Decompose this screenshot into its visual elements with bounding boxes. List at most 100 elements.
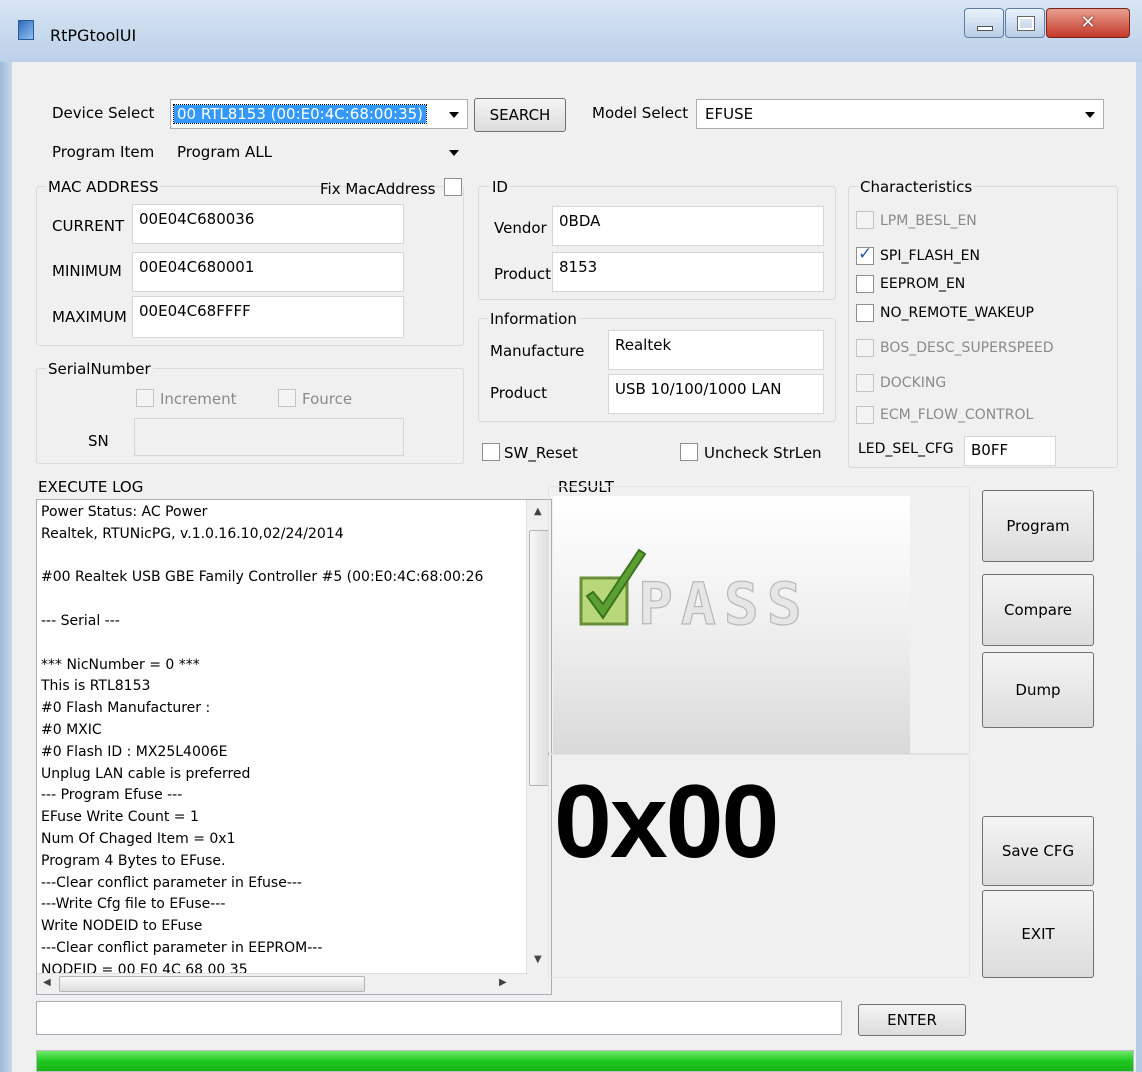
scroll-left-icon[interactable]: ◀: [43, 977, 51, 988]
log-hscroll-thumb[interactable]: [59, 976, 365, 992]
pass-graphic: PASS: [579, 548, 810, 639]
log-line: Program 4 Bytes to EFuse.: [41, 852, 226, 869]
log-vscroll-thumb[interactable]: [529, 530, 549, 786]
log-horizontal-scrollbar[interactable]: ◀ ▶: [37, 973, 529, 994]
sw-reset-checkbox[interactable]: [482, 443, 500, 461]
increment-label: Increment: [160, 390, 237, 408]
info-product-label: Product: [490, 384, 547, 402]
eeprom-en-checkbox[interactable]: [856, 275, 874, 293]
execute-log[interactable]: Power Status: AC Power Realtek, RTUNicPG,…: [36, 499, 552, 995]
sn-field[interactable]: [134, 418, 404, 456]
save-cfg-button[interactable]: Save CFG: [982, 816, 1094, 886]
device-select-combo[interactable]: 00 RTL8153 (00:E0:4C:68:00:35): [170, 99, 468, 129]
fource-checkbox[interactable]: [278, 389, 296, 407]
app-icon: [18, 20, 34, 40]
spi-flash-en-label: SPI_FLASH_EN: [880, 248, 980, 264]
log-line: #0 Flash ID : MX25L4006E: [41, 743, 228, 760]
chevron-down-icon: [449, 112, 459, 118]
vendor-field[interactable]: 0BDA: [552, 206, 824, 246]
manufacture-label: Manufacture: [490, 342, 585, 360]
model-select-combo[interactable]: EFUSE: [696, 99, 1104, 129]
log-line: Unplug LAN cable is preferred: [41, 765, 251, 782]
checkmark-icon: ✓: [858, 244, 873, 264]
command-input[interactable]: [36, 1001, 842, 1035]
id-product-field[interactable]: 8153: [552, 252, 824, 292]
scroll-down-icon[interactable]: ▼: [534, 954, 542, 965]
minimize-icon: [977, 26, 993, 31]
program-button[interactable]: Program: [982, 490, 1094, 562]
sn-label: SN: [88, 432, 109, 450]
eeprom-en-label: EEPROM_EN: [880, 276, 966, 292]
program-item-combo[interactable]: Program ALL: [168, 137, 468, 167]
exit-button[interactable]: EXIT: [982, 890, 1094, 978]
log-line: Num Of Chaged Item = 0x1: [41, 830, 236, 847]
lpm-besl-en-label: LPM_BESL_EN: [880, 213, 977, 229]
log-line: ---Clear conflict parameter in Efuse---: [41, 874, 302, 891]
id-product-label: Product: [494, 265, 551, 283]
info-product-field[interactable]: USB 10/100/1000 LAN: [608, 374, 824, 414]
scroll-right-icon[interactable]: ▶: [499, 977, 507, 988]
uncheck-strlen-checkbox[interactable]: [680, 443, 698, 461]
title-bar: RtPGtoolUI ✕: [0, 0, 1142, 62]
increment-checkbox[interactable]: [136, 389, 154, 407]
window-title: RtPGtoolUI: [50, 26, 137, 45]
dump-button[interactable]: Dump: [982, 652, 1094, 728]
docking-checkbox[interactable]: [856, 374, 874, 392]
log-line: Power Status: AC Power: [41, 504, 208, 520]
execute-log-title: EXECUTE LOG: [38, 478, 144, 496]
main-window: RtPGtoolUI ✕ Device Select 00 RTL8153 (0…: [0, 0, 1142, 1072]
lpm-besl-en-checkbox[interactable]: [856, 211, 874, 229]
device-select-value: 00 RTL8153 (00:E0:4C:68:00:35): [172, 104, 428, 124]
chevron-down-icon: [449, 150, 459, 156]
fix-macaddress-label: Fix MacAddress: [320, 180, 436, 198]
log-line: #00 Realtek USB GBE Family Controller #5…: [41, 569, 484, 586]
current-mac-field[interactable]: 00E04C680036: [132, 204, 404, 244]
spi-flash-en-checkbox[interactable]: ✓: [856, 244, 874, 265]
search-button[interactable]: SEARCH: [474, 98, 566, 132]
enter-button[interactable]: ENTER: [858, 1004, 966, 1036]
bos-desc-superspeed-label: BOS_DESC_SUPERSPEED: [880, 340, 1054, 356]
ecm-flow-control-checkbox[interactable]: [856, 406, 874, 424]
fix-macaddress-checkbox[interactable]: [444, 178, 462, 196]
log-line: --- Serial ---: [41, 612, 120, 629]
maximize-icon: [1018, 17, 1034, 30]
program-item-value: Program ALL: [177, 143, 273, 161]
result-code: 0x00: [554, 764, 779, 880]
chevron-down-icon: [1085, 112, 1095, 118]
current-label: CURRENT: [52, 217, 125, 235]
scroll-corner: [527, 974, 551, 994]
log-line: *** NicNumber = 0 ***: [41, 656, 200, 673]
no-remote-wakeup-checkbox[interactable]: [856, 304, 874, 322]
log-line: ---Write Cfg file to EFuse---: [41, 896, 226, 913]
window-border: [0, 62, 12, 1072]
log-line: This is RTL8153: [41, 678, 151, 695]
progress-bar: [36, 1050, 1134, 1072]
close-icon: ✕: [1080, 12, 1096, 33]
bos-desc-superspeed-checkbox[interactable]: [856, 339, 874, 357]
led-sel-cfg-field[interactable]: B0FF: [964, 436, 1056, 466]
maximum-label: MAXIMUM: [52, 308, 127, 326]
information-title: Information: [488, 310, 579, 328]
compare-button[interactable]: Compare: [982, 574, 1094, 646]
manufacture-field[interactable]: Realtek: [608, 330, 824, 370]
progress-fill: [37, 1051, 1133, 1071]
program-item-label: Program Item: [52, 143, 155, 161]
log-line: --- Program Efuse ---: [41, 787, 183, 804]
led-sel-cfg-label: LED_SEL_CFG: [858, 441, 954, 457]
ecm-flow-control-label: ECM_FLOW_CONTROL: [880, 407, 1034, 423]
scroll-up-icon[interactable]: ▲: [534, 506, 542, 517]
minimum-mac-field[interactable]: 00E04C680001: [132, 252, 404, 292]
close-button[interactable]: ✕: [1046, 8, 1130, 38]
minimize-button[interactable]: [964, 8, 1004, 38]
model-select-label: Model Select: [592, 104, 689, 122]
log-line: EFuse Write Count = 1: [41, 809, 199, 826]
log-line: #0 Flash Manufacturer :: [41, 700, 211, 717]
characteristics-title: Characteristics: [858, 178, 975, 196]
pass-text: PASS: [638, 570, 810, 638]
maximum-mac-field[interactable]: 00E04C68FFFF: [132, 296, 404, 338]
maximize-button[interactable]: [1005, 8, 1045, 38]
fource-label: Fource: [302, 390, 353, 408]
uncheck-strlen-label: Uncheck StrLen: [704, 444, 822, 462]
